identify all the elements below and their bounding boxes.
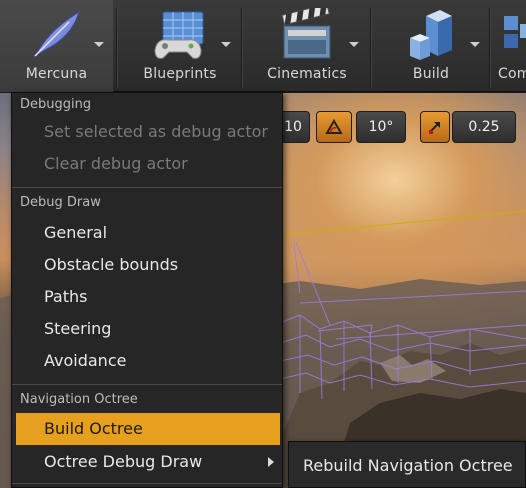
section-header-navigation-octree: Navigation Octree [20,392,138,407]
scale-snap-icon [429,122,440,134]
mercuna-icon-area [0,0,113,64]
compile-icon-area [492,0,526,64]
menu-item-paths[interactable]: Paths [12,281,282,313]
toolbar-label: Blueprints [143,66,217,82]
blueprints-toolbar-button[interactable]: Blueprints [120,0,240,92]
section-header-debugging: Debugging [20,97,92,112]
clapperboard-icon [281,8,331,59]
rotation-snap-toggle[interactable] [316,111,352,143]
blueprints-icon-area [120,0,240,64]
rotation-snap-text: 10° [368,119,394,135]
menu-item-steering[interactable]: Steering [12,313,282,345]
menu-item-obstacle-bounds[interactable]: Obstacle bounds [12,249,282,281]
menu-item-rebuild-navigation-octree[interactable]: Rebuild Navigation Octree [289,450,525,482]
toolbar-divider [116,8,118,88]
menu-item-label: Octree Debug Draw [44,452,203,471]
toolbar-divider [489,8,491,88]
menu-separator [12,187,282,188]
build-blocks-icon [410,10,452,60]
toolbar-divider [370,8,372,88]
menu-item-build-octree[interactable]: Build Octree [16,413,280,445]
menu-item-clear-debug-actor[interactable]: Clear debug actor [12,148,282,180]
scale-snap-text: 0.25 [468,119,500,135]
mercuna-dropdown-menu: Debugging Set selected as debug actor Cl… [11,92,283,488]
compile-icon [504,16,526,48]
toolbar-label: Build [412,66,450,82]
octree-debug-draw-submenu: Rebuild Navigation Octree [288,441,526,488]
section-header-debug-draw: Debug Draw [20,195,101,210]
cinematics-icon-area [245,0,369,64]
submenu-arrow-icon [268,457,274,467]
rotation-snap-icon [325,119,343,134]
menu-separator [12,483,282,484]
feather-icon [33,10,80,58]
build-icon-area [374,0,488,64]
rotation-snap-value[interactable]: 10° [356,111,406,143]
build-toolbar-button[interactable]: Build [374,0,488,92]
chevron-down-icon [349,42,359,47]
menu-item-avoidance[interactable]: Avoidance [12,345,282,377]
menu-item-general[interactable]: General [12,217,282,249]
chevron-down-icon [221,42,231,47]
main-toolbar: Mercuna Blueprints Cinematics Build Com [0,0,526,92]
chevron-down-icon [470,42,480,47]
menu-item-set-debug-actor[interactable]: Set selected as debug actor [12,116,282,148]
mercuna-toolbar-button[interactable]: Mercuna [0,0,113,92]
menu-item-octree-debug-draw[interactable]: Octree Debug Draw [12,446,282,478]
compile-toolbar-button[interactable]: Com [492,0,526,92]
menu-separator [12,384,282,385]
scale-snap-value[interactable]: 0.25 [452,111,516,143]
chevron-down-icon [94,42,104,47]
toolbar-label: Cinematics [267,66,347,82]
toolbar-label: Mercuna [25,66,88,82]
scale-snap-toggle[interactable] [420,111,450,143]
grid-snap-text: 10 [284,119,302,135]
toolbar-label: Com [498,66,526,82]
cinematics-toolbar-button[interactable]: Cinematics [245,0,369,92]
toolbar-divider [241,8,243,88]
blueprint-gamepad-icon [154,11,204,59]
